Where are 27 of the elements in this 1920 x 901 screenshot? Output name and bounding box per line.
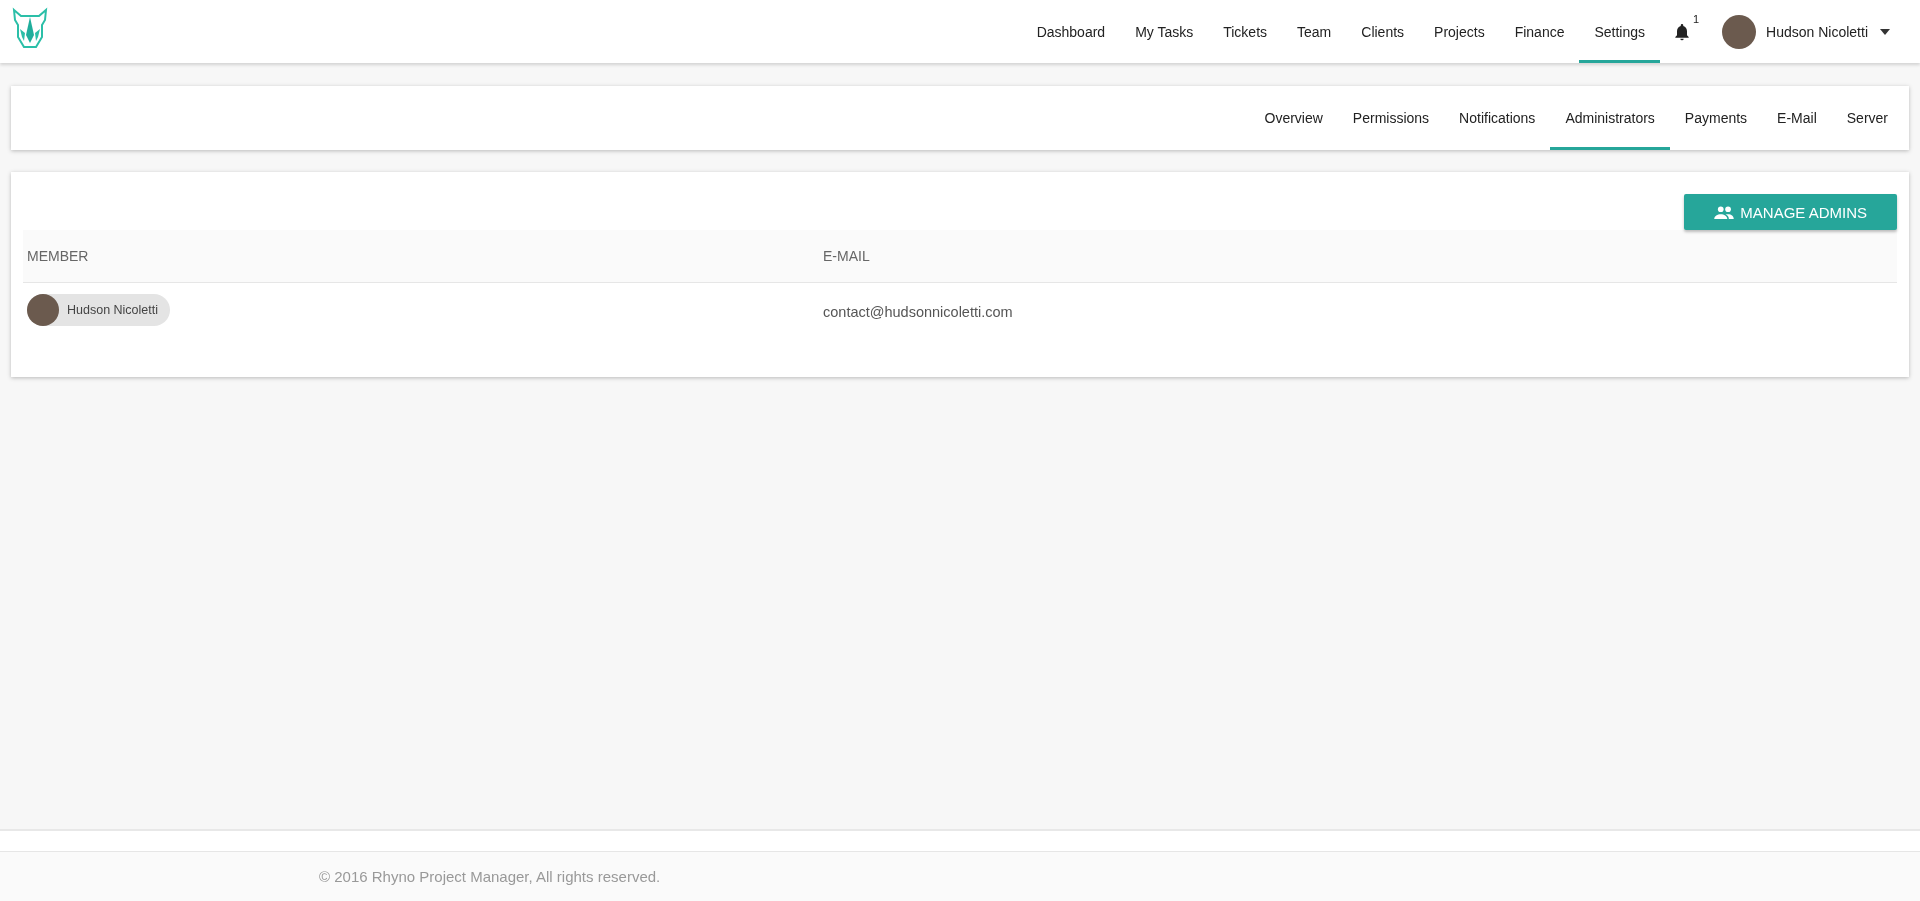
user-name[interactable]: Hudson Nicoletti (1766, 23, 1868, 40)
nav-tab[interactable]: Settings (1579, 0, 1661, 63)
email-cell: contact@hudsonnicoletti.com (823, 304, 1013, 320)
nav-tab[interactable]: My Tasks (1120, 0, 1209, 63)
nav-tab[interactable]: Team (1282, 0, 1347, 63)
column-header: MEMBER (26, 248, 90, 264)
caret-icon[interactable] (1880, 28, 1890, 35)
rhino-logo-icon[interactable] (10, 6, 50, 51)
notification-count: 1 (1692, 12, 1700, 25)
column-header: E-MAIL (823, 248, 870, 264)
member-chip[interactable]: Hudson Nicoletti (27, 294, 170, 326)
nav-tab[interactable]: Clients (1346, 0, 1420, 63)
section-tab[interactable]: Notifications (1444, 86, 1551, 150)
section-tab[interactable]: Overview (1249, 86, 1338, 150)
avatar (27, 294, 59, 326)
section-tab[interactable]: Administrators (1550, 86, 1670, 150)
nav-tab[interactable]: Tickets (1208, 0, 1283, 63)
nav-tab[interactable]: Finance (1499, 0, 1580, 63)
avatar[interactable] (1722, 14, 1757, 49)
section-tab[interactable]: Payments (1669, 86, 1763, 150)
section-tab[interactable]: Server (1831, 86, 1903, 150)
section-tab[interactable]: E-Mail (1762, 86, 1832, 150)
nav-tab[interactable]: Projects (1419, 0, 1500, 63)
copyright-text: © 2016 Rhyno Project Manager, All rights reserved. (319, 868, 661, 885)
section-tab[interactable]: Permissions (1337, 86, 1445, 150)
nav-tab[interactable]: Dashboard (1021, 0, 1121, 63)
people-icon (1714, 205, 1735, 219)
